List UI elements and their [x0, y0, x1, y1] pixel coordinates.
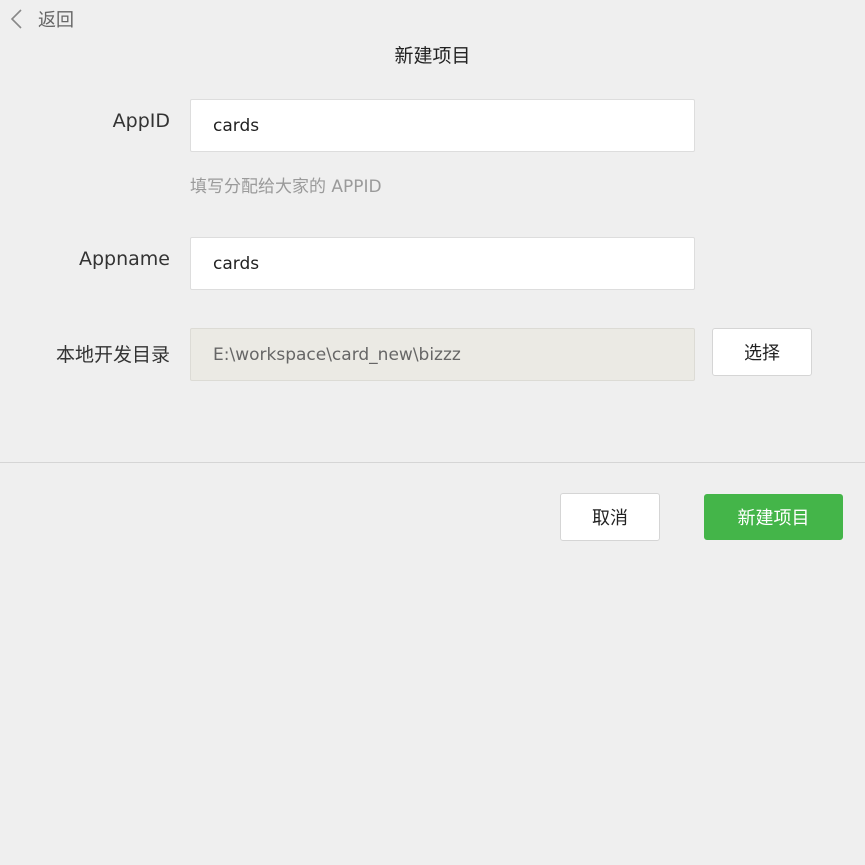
chevron-left-icon[interactable] [8, 8, 26, 30]
cancel-button[interactable]: 取消 [560, 493, 660, 541]
footer-divider [0, 462, 865, 463]
appname-label: Appname [78, 248, 170, 270]
directory-label: 本地开发目录 [55, 344, 170, 366]
appid-hint: 填写分配给大家的 APPID [190, 177, 382, 197]
appid-input[interactable] [190, 99, 695, 152]
create-project-button[interactable]: 新建项目 [704, 494, 843, 540]
back-label[interactable]: 返回 [38, 6, 74, 32]
directory-field[interactable] [190, 328, 695, 381]
appname-input[interactable] [190, 237, 695, 290]
back-link[interactable]: 返回 [8, 6, 74, 32]
page-title: 新建项目 [394, 45, 471, 67]
choose-directory-button[interactable]: 选择 [712, 328, 812, 376]
appid-label: AppID [112, 110, 170, 132]
